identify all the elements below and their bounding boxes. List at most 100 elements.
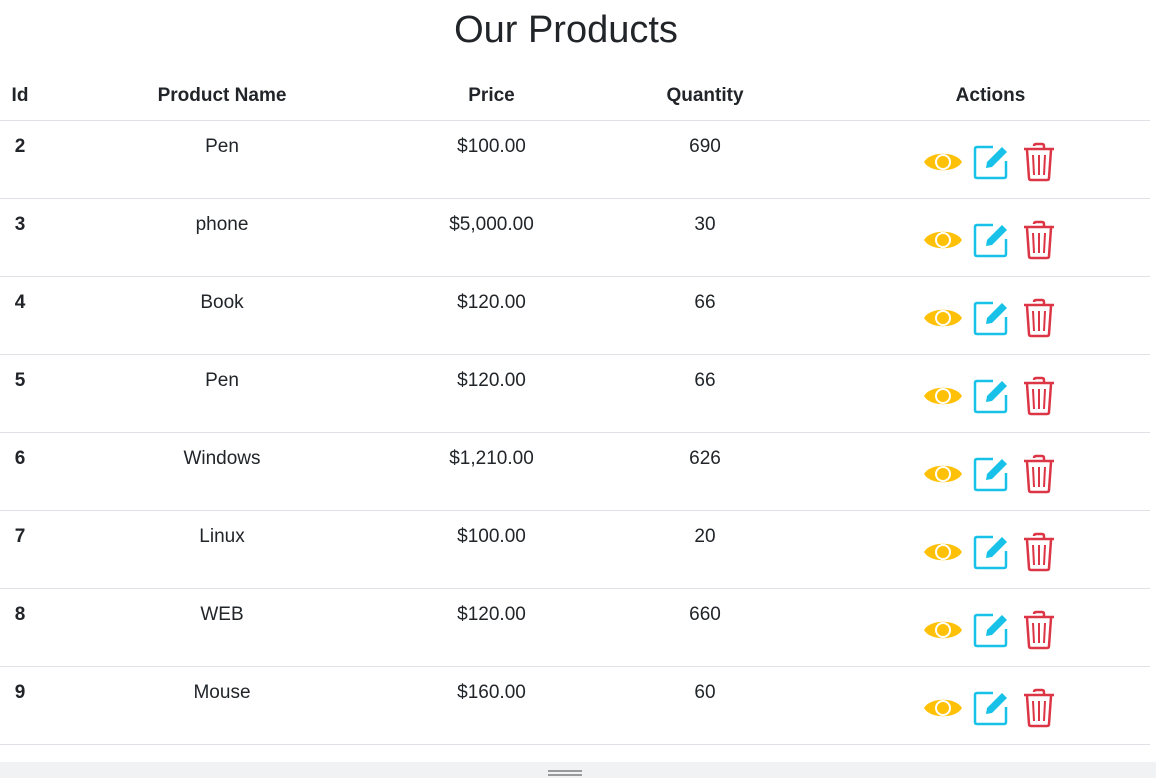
trash-icon	[1023, 298, 1054, 338]
edit-icon	[973, 613, 1007, 648]
eye-icon	[923, 699, 962, 717]
eye-icon	[923, 543, 962, 561]
trash-icon	[1023, 532, 1054, 572]
view-button[interactable]	[923, 532, 963, 572]
edit-button[interactable]	[971, 688, 1011, 728]
view-button[interactable]	[923, 610, 963, 650]
cell-quantity: 30	[579, 198, 831, 277]
delete-button[interactable]	[1019, 454, 1059, 494]
trash-icon	[1023, 610, 1054, 650]
resize-grip-icon[interactable]	[548, 770, 582, 776]
cell-quantity-text: 66	[694, 292, 716, 313]
cell-quantity: 66	[579, 276, 831, 355]
header-id: Id	[0, 72, 40, 121]
page-title: Our Products	[454, 9, 678, 51]
cell-price-text: $120.00	[457, 292, 526, 313]
cell-price-text: $100.00	[457, 526, 526, 547]
cell-id: 8	[0, 588, 40, 667]
cell-id-text: 2	[14, 136, 26, 157]
cell-id-text: 8	[14, 604, 26, 625]
cell-product-name-text: WEB	[200, 604, 244, 625]
cell-id-text: 9	[14, 682, 26, 703]
table-header-row: Id Product Name Price Quantity Actions	[0, 72, 1150, 121]
cell-quantity-text: 66	[694, 370, 716, 391]
cell-actions	[831, 354, 1150, 433]
delete-button[interactable]	[1019, 376, 1059, 416]
view-button[interactable]	[923, 142, 963, 182]
cell-quantity: 66	[579, 354, 831, 433]
table-row: 3 phone $5,000.00 30	[0, 198, 1150, 277]
edit-icon	[973, 457, 1007, 492]
cell-price: $5,000.00	[404, 198, 579, 277]
delete-button[interactable]	[1019, 220, 1059, 260]
eye-icon	[923, 231, 962, 249]
header-quantity: Quantity	[579, 72, 831, 121]
cell-product-name-text: Book	[200, 292, 244, 313]
cell-id-text: 6	[14, 448, 26, 469]
bottom-resize-bar[interactable]	[0, 762, 1156, 778]
row-actions	[831, 433, 1150, 494]
delete-button[interactable]	[1019, 688, 1059, 728]
edit-button[interactable]	[971, 298, 1011, 338]
table-row: 5 Pen $120.00 66	[0, 354, 1150, 433]
view-button[interactable]	[923, 298, 963, 338]
cell-id-text: 4	[14, 292, 26, 313]
cell-id-text: 5	[14, 370, 26, 391]
cell-id: 4	[0, 276, 40, 355]
eye-icon	[923, 621, 962, 639]
eye-icon	[923, 309, 962, 327]
view-button[interactable]	[923, 454, 963, 494]
table-row: 9 Mouse $160.00 60	[0, 666, 1150, 745]
trash-icon	[1023, 688, 1054, 728]
cell-actions	[831, 510, 1150, 589]
cell-id: 6	[0, 432, 40, 511]
cell-id: 3	[0, 198, 40, 277]
cell-price-text: $5,000.00	[449, 214, 534, 235]
table-row: 2 Pen $100.00 690	[0, 120, 1150, 199]
eye-icon	[923, 153, 962, 171]
cell-id: 2	[0, 120, 40, 199]
cell-id: 5	[0, 354, 40, 433]
edit-icon	[973, 145, 1007, 180]
cell-product-name-text: Windows	[183, 448, 261, 469]
view-button[interactable]	[923, 220, 963, 260]
edit-button[interactable]	[971, 142, 1011, 182]
edit-button[interactable]	[971, 454, 1011, 494]
trash-icon	[1023, 454, 1054, 494]
table-row: 8 WEB $120.00 660	[0, 588, 1150, 667]
cell-product-name: Linux	[40, 510, 404, 589]
trash-icon	[1023, 142, 1054, 182]
delete-button[interactable]	[1019, 532, 1059, 572]
cell-product-name: Mouse	[40, 666, 404, 745]
view-button[interactable]	[923, 376, 963, 416]
view-button[interactable]	[923, 688, 963, 728]
cell-quantity: 626	[579, 432, 831, 511]
cell-id-text: 7	[14, 526, 26, 547]
cell-price: $1,210.00	[404, 432, 579, 511]
row-actions	[831, 511, 1150, 572]
products-page: Our Products Id Product Name Price Quant…	[0, 0, 1156, 778]
cell-price: $120.00	[404, 354, 579, 433]
cell-price: $160.00	[404, 666, 579, 745]
edit-button[interactable]	[971, 220, 1011, 260]
cell-product-name-text: phone	[195, 214, 249, 235]
cell-id-text: 3	[14, 214, 26, 235]
cell-id: 9	[0, 666, 40, 745]
edit-button[interactable]	[971, 376, 1011, 416]
edit-button[interactable]	[971, 610, 1011, 650]
cell-quantity-text: 690	[689, 136, 721, 157]
table-body: 2 Pen $100.00 690 3 phone $5,000.00 30 4…	[0, 120, 1150, 745]
delete-button[interactable]	[1019, 142, 1059, 182]
cell-product-name: Pen	[40, 120, 404, 199]
cell-product-name: WEB	[40, 588, 404, 667]
cell-product-name-text: Linux	[199, 526, 245, 547]
cell-price: $100.00	[404, 120, 579, 199]
cell-quantity-text: 660	[689, 604, 721, 625]
delete-button[interactable]	[1019, 298, 1059, 338]
edit-button[interactable]	[971, 532, 1011, 572]
delete-button[interactable]	[1019, 610, 1059, 650]
products-table: Id Product Name Price Quantity Actions 2…	[0, 72, 1150, 745]
cell-quantity-text: 60	[694, 682, 716, 703]
header-price: Price	[404, 72, 579, 121]
edit-icon	[973, 535, 1007, 570]
